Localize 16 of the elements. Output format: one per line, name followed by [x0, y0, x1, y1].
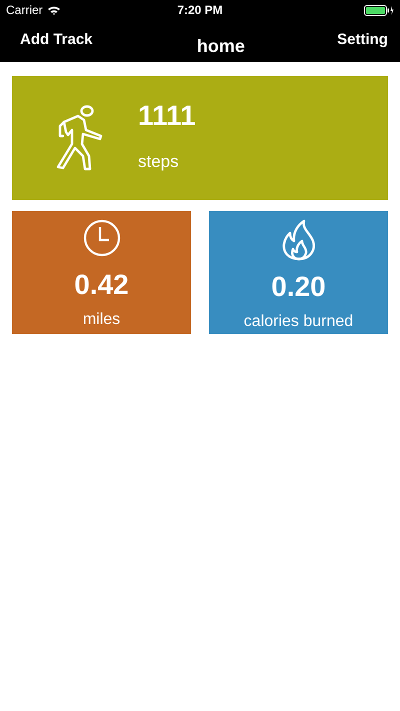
battery-icon	[364, 4, 394, 16]
status-time: 7:20 PM	[177, 3, 223, 17]
stat-label: calories burned	[244, 313, 354, 331]
stat-label: miles	[82, 311, 120, 329]
flame-icon	[280, 219, 318, 261]
wifi-icon	[46, 5, 61, 15]
steps-label: steps	[138, 152, 180, 172]
carrier-name: Carrier	[6, 3, 43, 17]
clock-icon	[82, 219, 120, 257]
steps-value: 1111	[138, 100, 196, 132]
walking-person-icon	[54, 104, 104, 172]
add-track-button[interactable]: Add Track	[20, 31, 93, 48]
setting-button[interactable]: Setting	[337, 31, 388, 48]
nav-title: home	[196, 36, 245, 57]
stat-value: 0.42	[74, 269, 129, 301]
stat-value: 0.20	[271, 271, 326, 303]
